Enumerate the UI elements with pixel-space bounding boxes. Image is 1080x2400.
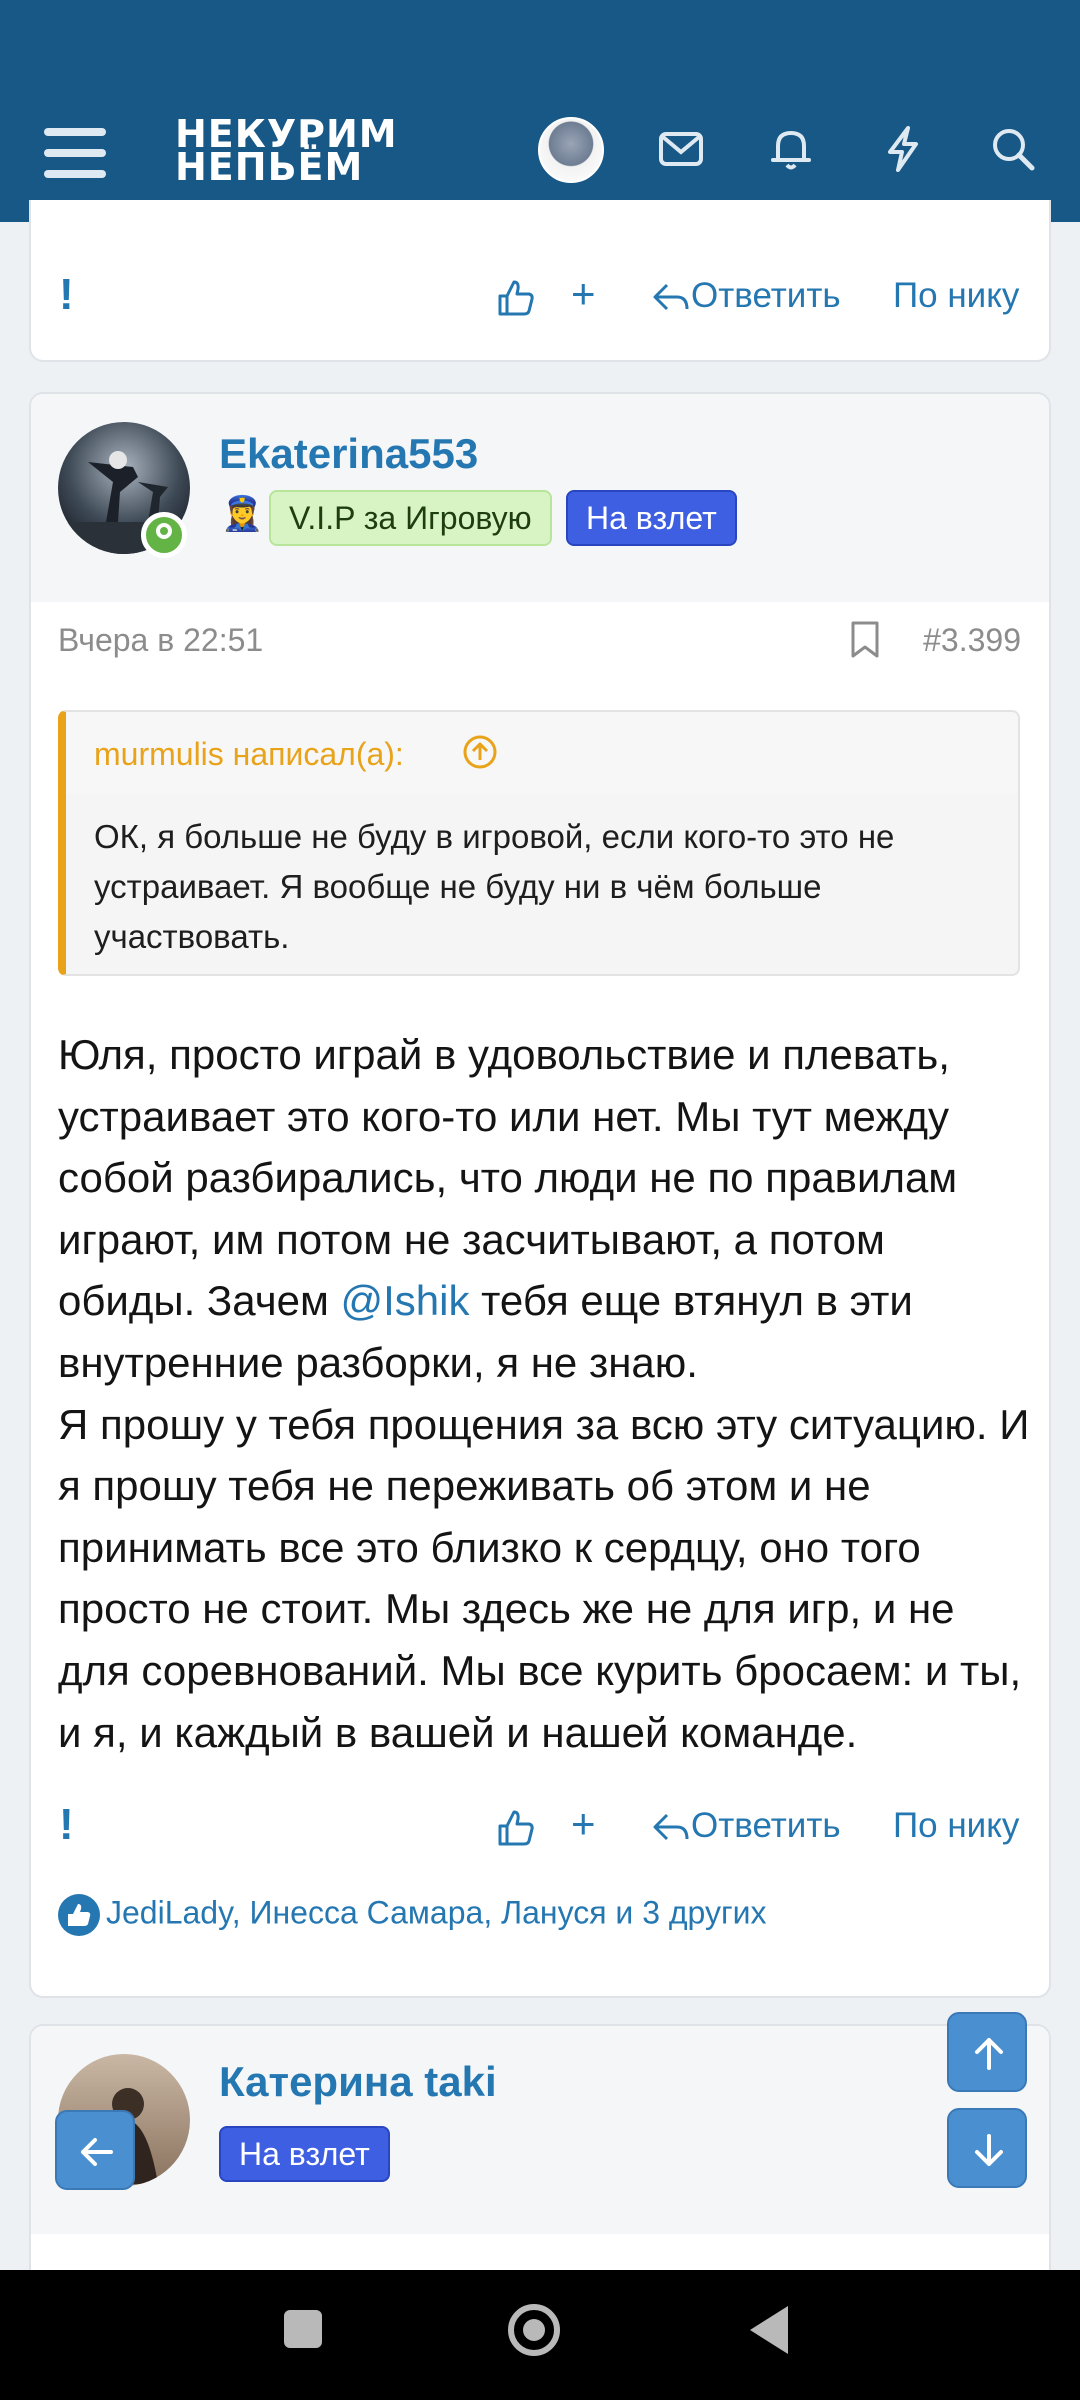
quote-block: murmulis написал(а): ОК, я больше не буд…: [58, 710, 1020, 976]
bell-icon[interactable]: [766, 124, 816, 174]
next-post-card: Катерина taki На взлет: [29, 2024, 1051, 2270]
top-bar: НЕКУРИМ НЕПЬЁМ: [0, 0, 1080, 222]
next-post-author-header: Катерина taki На взлет: [31, 2026, 1049, 2234]
post-time[interactable]: Вчера в 22:51: [58, 622, 263, 659]
search-icon[interactable]: [988, 124, 1038, 174]
by-nick-button[interactable]: По нику: [893, 276, 1019, 316]
add-button[interactable]: +: [571, 1800, 596, 1848]
reply-label: Ответить: [691, 276, 841, 315]
report-button[interactable]: !: [59, 270, 74, 320]
user-rank-badge: На взлет: [566, 490, 737, 546]
like-reaction-icon: [58, 1894, 100, 1936]
reply-button[interactable]: Ответить: [651, 276, 841, 316]
reply-label: Ответить: [691, 1806, 841, 1845]
post-author-header: Ekaterina553 👮‍♀️ V.I.P за Игровую На вз…: [31, 394, 1049, 602]
back-button[interactable]: [55, 2110, 135, 2190]
next-user-rank-badge: На взлет: [219, 2126, 390, 2182]
back-triangle-icon[interactable]: [750, 2306, 788, 2354]
post-card: Ekaterina553 👮‍♀️ V.I.P за Игровую На вз…: [29, 392, 1051, 1998]
system-nav-bar: [0, 2270, 1080, 2400]
envelope-icon[interactable]: [656, 124, 706, 174]
police-woman-icon: 👮‍♀️: [221, 495, 264, 533]
site-logo[interactable]: НЕКУРИМ НЕПЬЁМ: [175, 115, 398, 186]
reactions-list: JediLady, Инесса Самара, Лануся и 3 друг…: [106, 1894, 767, 1931]
thumbs-up-icon[interactable]: [496, 276, 536, 318]
bookmark-icon[interactable]: [849, 620, 881, 660]
post-number[interactable]: #3.399: [923, 622, 1021, 659]
post-text-3: Я прошу у тебя прощения за всю эту ситуа…: [58, 1400, 1030, 1756]
post-actions: ! + Ответить По нику: [31, 268, 1053, 328]
user-avatar[interactable]: [538, 117, 604, 183]
post-actions: ! + Ответить По нику: [31, 1798, 1053, 1858]
user-title-badge: V.I.P за Игровую: [269, 490, 552, 546]
add-button[interactable]: +: [571, 270, 596, 318]
menu-icon[interactable]: [44, 128, 106, 178]
lightning-icon[interactable]: [878, 124, 928, 174]
reply-button[interactable]: Ответить: [651, 1806, 841, 1846]
scroll-up-button[interactable]: [947, 2012, 1027, 2092]
author-username[interactable]: Ekaterina553: [219, 430, 478, 478]
reactions-bar[interactable]: JediLady, Инесса Самара, Лануся и 3 друг…: [58, 1894, 767, 1936]
post-body: Юля, просто играй в удовольствие и плева…: [58, 1024, 1033, 1763]
online-status-icon: [141, 512, 187, 558]
arrow-up-circle-icon[interactable]: [462, 734, 498, 770]
thumbs-up-icon[interactable]: [496, 1806, 536, 1848]
report-button[interactable]: !: [59, 1800, 74, 1850]
quote-author[interactable]: murmulis написал(а):: [94, 736, 404, 773]
quote-header: murmulis написал(а):: [66, 712, 1018, 794]
previous-post-card: ! + Ответить По нику: [29, 200, 1051, 362]
home-icon[interactable]: [508, 2304, 560, 2356]
by-nick-button[interactable]: По нику: [893, 1806, 1019, 1846]
scroll-down-button[interactable]: [947, 2108, 1027, 2188]
next-author-username[interactable]: Катерина taki: [219, 2058, 497, 2106]
user-mention-link[interactable]: @Ishik: [341, 1277, 470, 1324]
quote-text: ОК, я больше не буду в игровой, если ког…: [94, 818, 895, 955]
recent-apps-icon[interactable]: [284, 2310, 322, 2348]
